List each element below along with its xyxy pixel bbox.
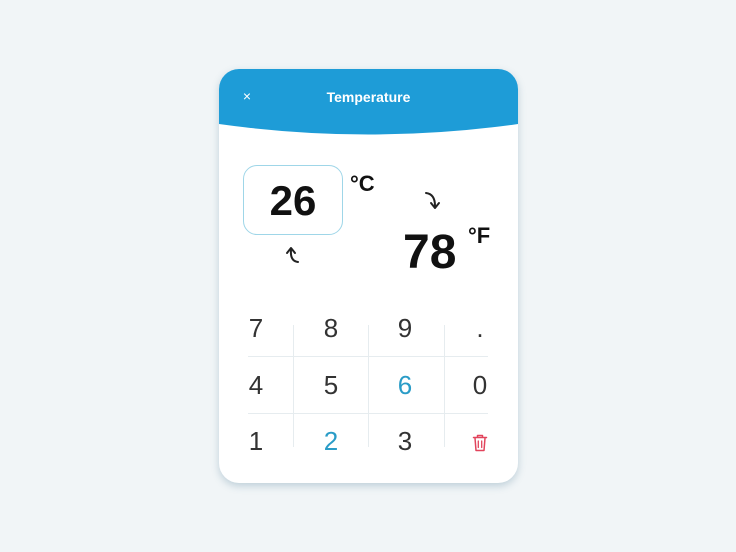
key-2[interactable]: 2: [301, 413, 361, 469]
delete-button[interactable]: [450, 413, 510, 469]
key-4[interactable]: 4: [226, 357, 286, 413]
key-5[interactable]: 5: [301, 357, 361, 413]
output-unit-label: °F: [468, 223, 491, 248]
input-unit-label: °C: [350, 171, 375, 196]
key-decimal[interactable]: .: [450, 300, 510, 356]
keypad-divider: [293, 325, 294, 447]
page-title: Temperature: [326, 89, 411, 105]
header: × Temperature: [219, 69, 518, 139]
key-0[interactable]: 0: [450, 357, 510, 413]
celsius-input[interactable]: 26: [243, 165, 343, 235]
trash-icon: [472, 434, 488, 452]
keypad-divider: [368, 325, 369, 447]
keypad-divider: [444, 325, 445, 447]
fahrenheit-result: 78: [403, 226, 457, 279]
key-9[interactable]: 9: [375, 300, 435, 356]
key-1[interactable]: 1: [226, 413, 286, 469]
key-8[interactable]: 8: [301, 300, 361, 356]
swap-arrow-up-icon[interactable]: [285, 244, 301, 266]
convert-arrow-down-icon: [425, 192, 440, 209]
key-6[interactable]: 6: [375, 357, 435, 413]
number-keypad: 7 8 9 . 4 5 6 0 1 2 3: [248, 299, 488, 469]
key-7[interactable]: 7: [226, 300, 286, 356]
key-3[interactable]: 3: [375, 413, 435, 469]
converter-card: × Temperature 26 °C 78 °F 7 8 9 . 4 5 6 …: [219, 69, 518, 483]
